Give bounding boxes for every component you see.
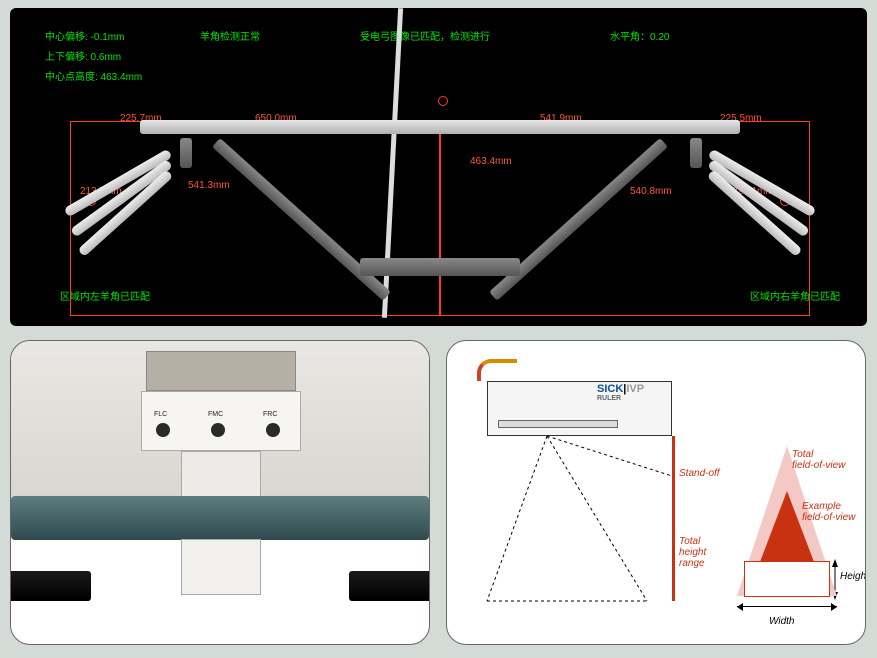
port-fmc	[211, 423, 225, 437]
total-height-label: Total height range	[679, 536, 706, 569]
hardware-photo-panel: FLC FMC FRC	[10, 340, 430, 645]
left-insulator	[180, 138, 192, 168]
level-label: 水平角：0.20	[610, 28, 669, 43]
right-light-bar	[349, 571, 430, 601]
junction-box	[181, 451, 261, 499]
total-fov-label: Total field-of-view	[792, 449, 845, 471]
port-frc	[266, 423, 280, 437]
base-beam	[360, 258, 520, 276]
fov-diagram-panel: SICK|IVP RULER Stand-off Total height ra…	[446, 340, 866, 645]
vert-offset-label: 上下偏移: 0.6mm	[45, 48, 121, 63]
left-horn	[50, 108, 170, 188]
horn-status-label: 羊角检测正常	[200, 28, 260, 43]
left-arm	[212, 138, 391, 301]
right-horn	[710, 108, 830, 188]
object-rect	[744, 561, 830, 597]
width-arrow	[737, 606, 837, 616]
height-label: Height	[840, 571, 866, 582]
center-offset-label: 中心偏移: -0.1mm	[45, 28, 124, 43]
collector-bar	[140, 120, 740, 134]
standoff-label: Stand-off	[679, 468, 720, 479]
port-flc	[156, 423, 170, 437]
sensor-unit	[141, 391, 301, 451]
detection-display: 中心偏移: -0.1mm 羊角检测正常 受电弓图像已匹配，检测进行 水平角：0.…	[10, 8, 867, 326]
center-height-label: 中心点高度: 463.4mm	[45, 68, 142, 83]
height-range-bar	[672, 481, 675, 601]
mounting-pipe	[11, 496, 429, 540]
left-light-bar	[10, 571, 91, 601]
right-arm	[489, 138, 668, 301]
port-fmc-label: FMC	[208, 411, 223, 418]
port-flc-label: FLC	[154, 411, 167, 418]
standoff-bar	[672, 436, 675, 481]
upper-bracket	[146, 351, 296, 391]
lower-unit	[181, 539, 261, 595]
center-marker	[438, 96, 448, 106]
port-frc-label: FRC	[263, 411, 277, 418]
example-fov-label: Example field-of-view	[802, 501, 855, 523]
panto-status-label: 受电弓图像已匹配，检测进行	[360, 28, 490, 43]
pantograph-silhouette	[60, 108, 820, 318]
right-insulator	[690, 138, 702, 168]
width-label: Width	[769, 616, 794, 627]
